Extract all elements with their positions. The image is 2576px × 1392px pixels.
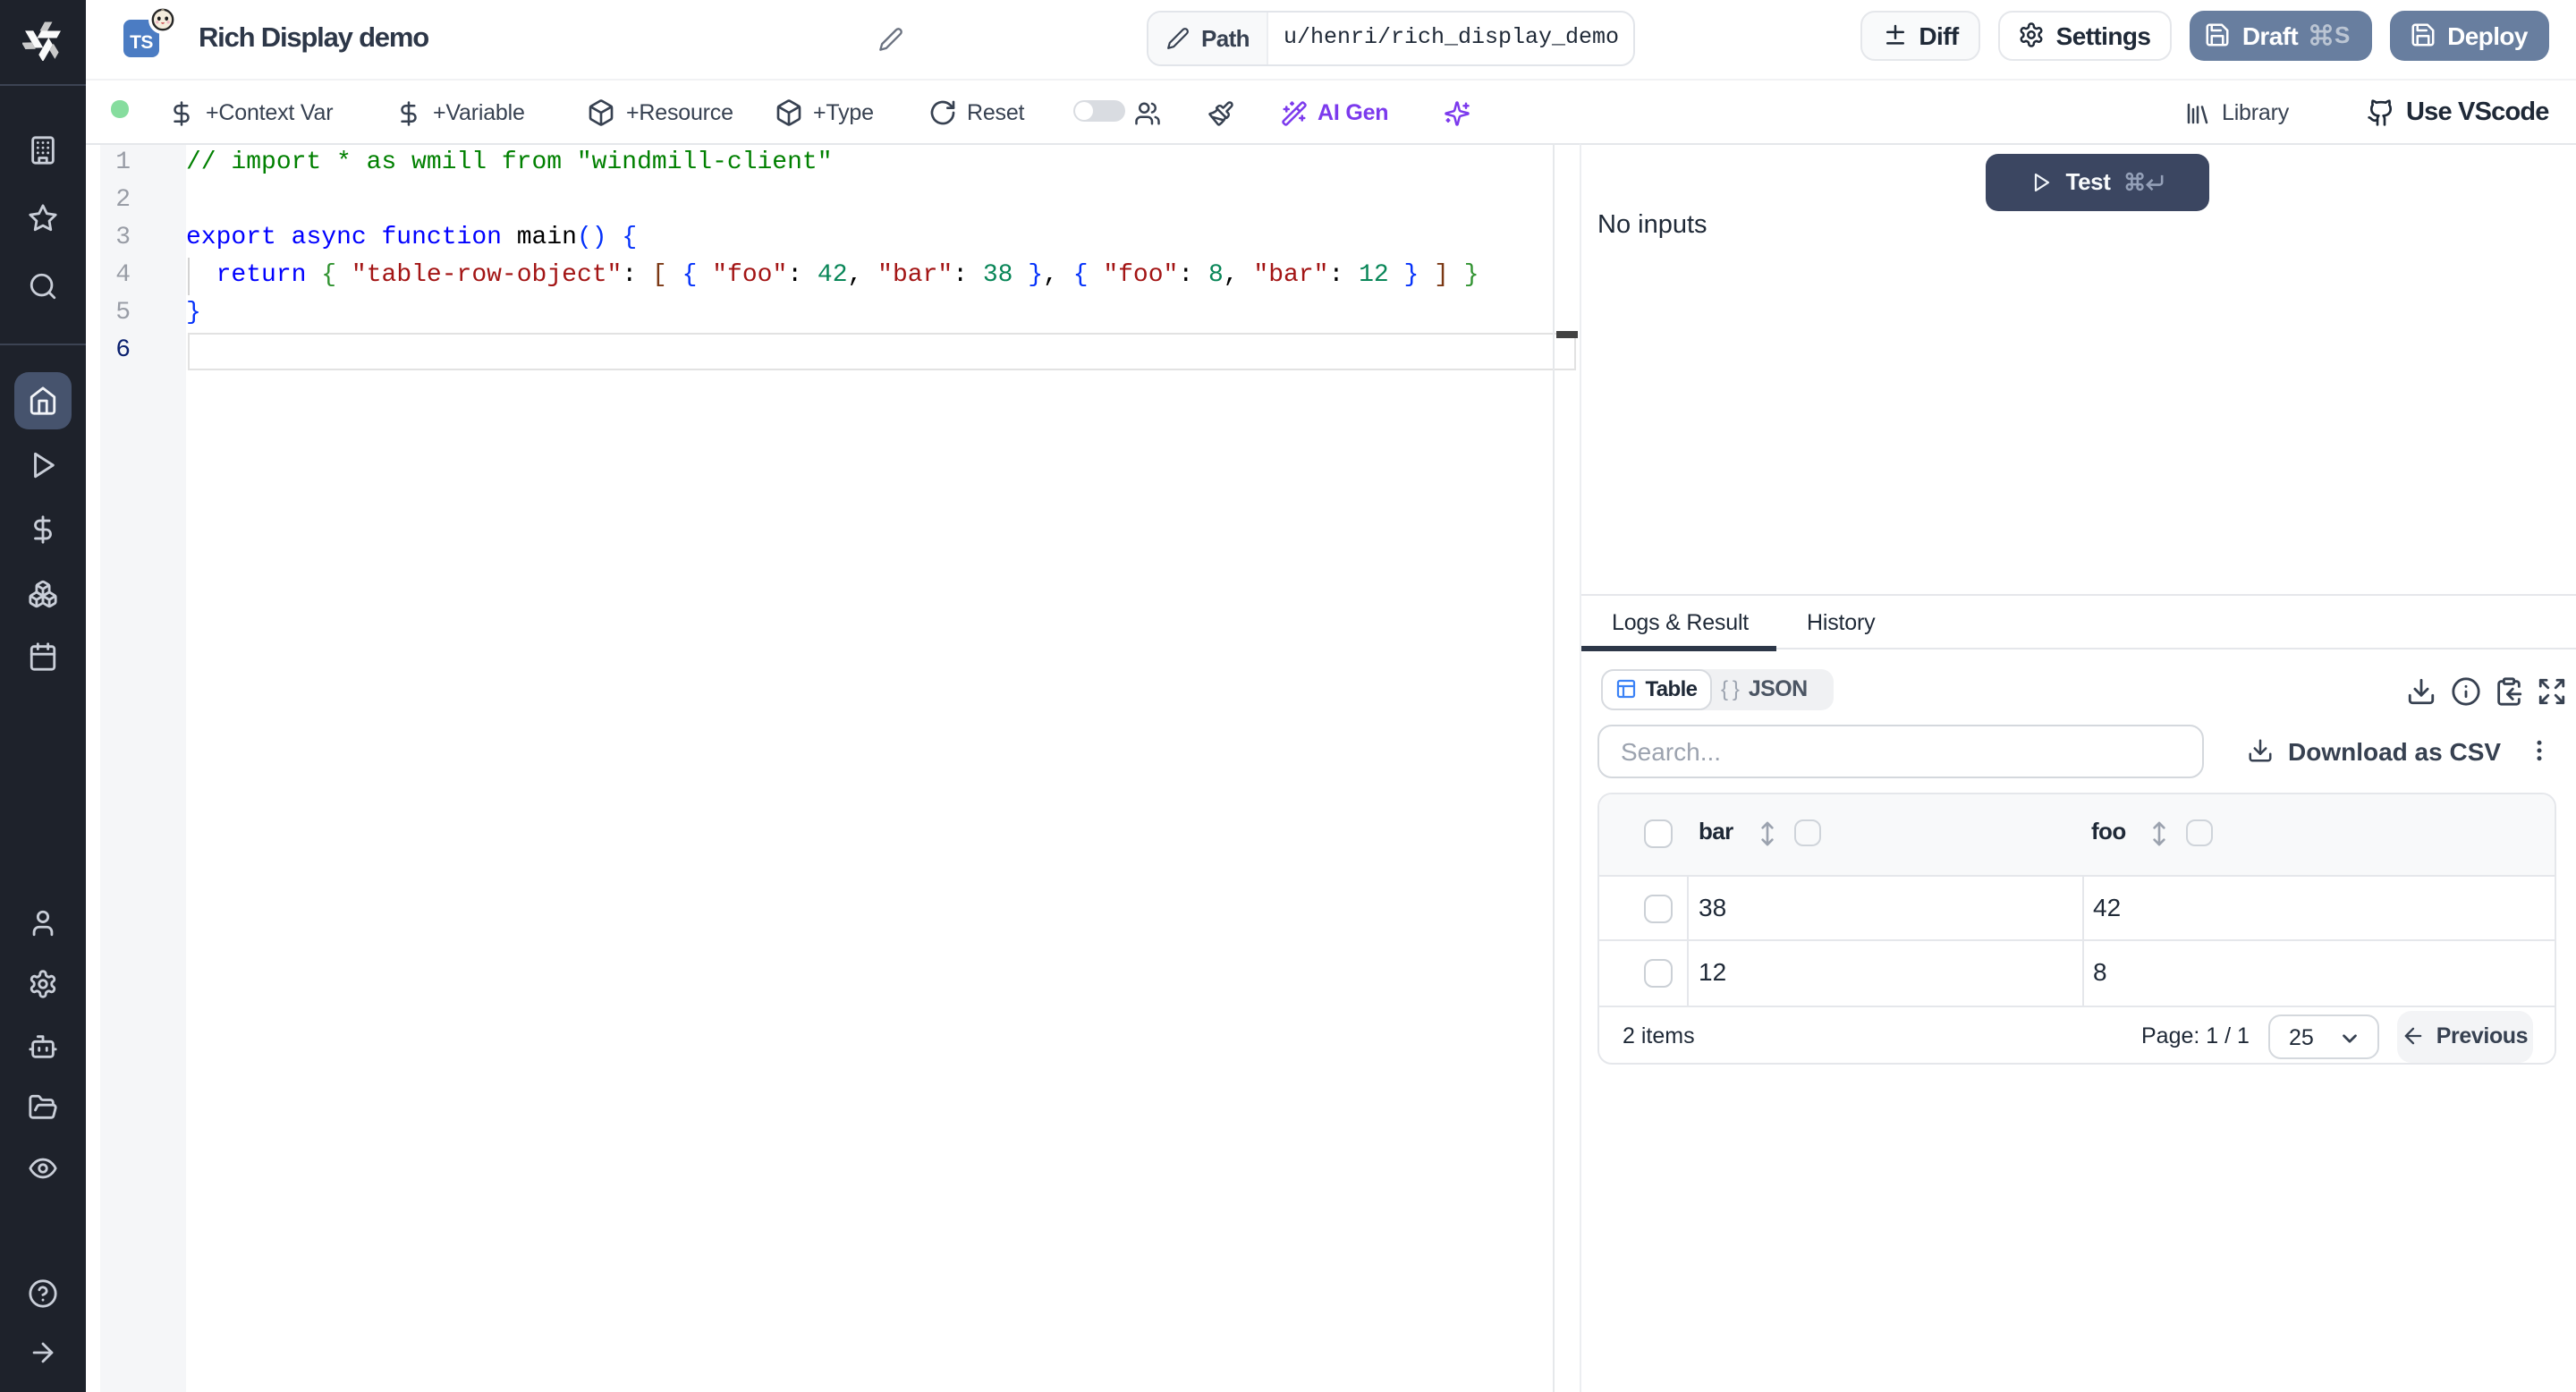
svg-text:S: S <box>2334 24 2349 47</box>
